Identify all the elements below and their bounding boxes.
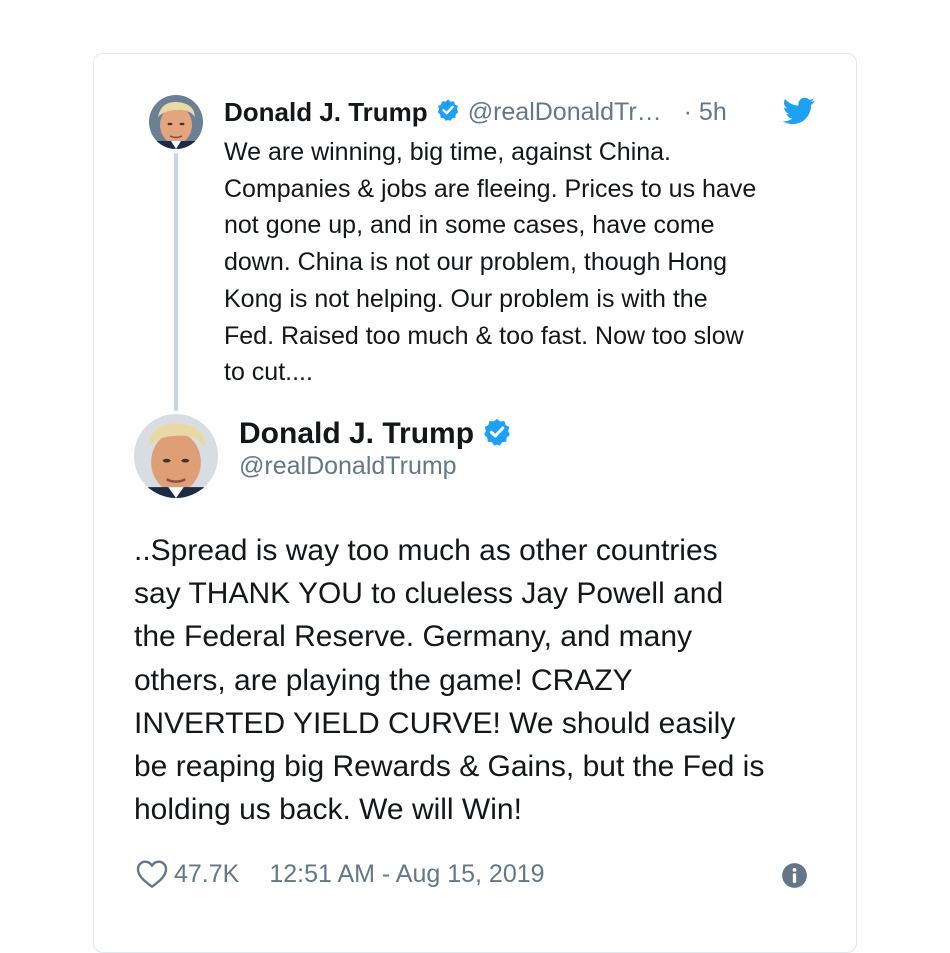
twitter-bird-icon[interactable] (782, 97, 815, 125)
tweet-footer: 47.7K 12:51 AM - Aug 15, 2019 (136, 855, 545, 893)
info-icon[interactable] (781, 862, 808, 889)
parent-header: Donald J. Trump @realDonaldTr… · 5h (224, 95, 727, 129)
thread-line (174, 153, 178, 411)
main-name-row: Donald J. Trump (239, 414, 512, 454)
like-count[interactable]: 47.7K (174, 860, 239, 889)
parent-display-name[interactable]: Donald J. Trump (224, 97, 428, 128)
parent-time[interactable]: · 5h (684, 98, 727, 127)
main-avatar[interactable] (134, 414, 218, 498)
parent-handle[interactable]: @realDonaldTr… (468, 98, 662, 127)
main-handle[interactable]: @realDonaldTrump (239, 452, 457, 481)
verified-badge-icon (482, 417, 512, 452)
tweet-timestamp[interactable]: 12:51 AM - Aug 15, 2019 (269, 860, 544, 889)
parent-tweet-text: We are winning, big time, against China.… (224, 138, 757, 387)
parent-avatar[interactable] (149, 95, 203, 149)
main-tweet-text: ..Spread is way too much as other countr… (134, 534, 765, 827)
main-display-name[interactable]: Donald J. Trump (239, 417, 474, 451)
verified-badge-icon (436, 98, 460, 127)
heart-icon[interactable] (136, 859, 168, 889)
